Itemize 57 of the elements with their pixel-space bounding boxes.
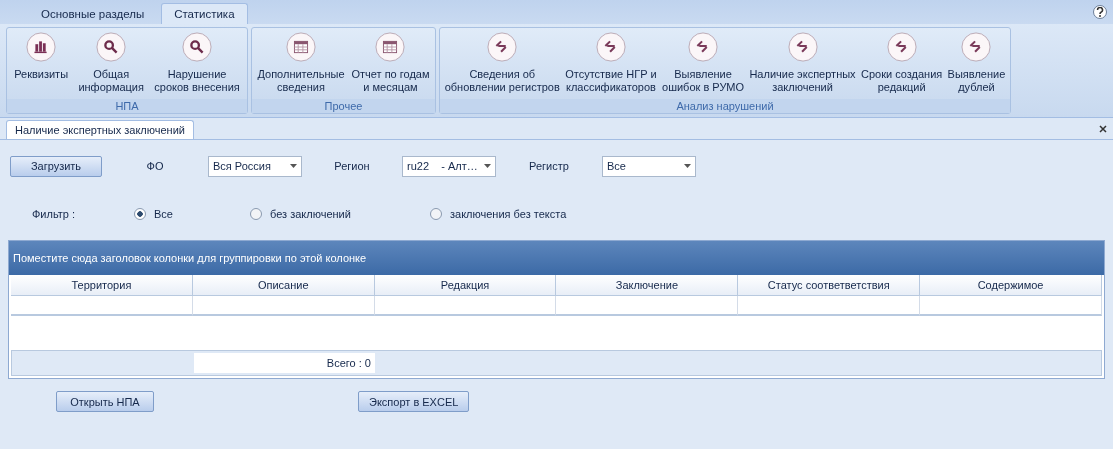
ribbon-button[interactable]: Отсутствие НГР и классификаторов (563, 30, 659, 99)
table-icon (286, 32, 316, 62)
column-header[interactable]: Статус соответветствия (738, 275, 921, 296)
filter-label: Регистр (528, 160, 570, 172)
ribbon-button[interactable]: Сведения об обновлении регистров (442, 30, 562, 99)
radio-label: Все (154, 208, 173, 220)
link-icon (787, 32, 818, 62)
caret-icon (684, 164, 691, 168)
dropdown[interactable]: Вся Россия (208, 155, 302, 177)
link-icon (487, 32, 518, 62)
filter-label: Фильтр : (32, 208, 77, 220)
caret-icon (484, 164, 491, 168)
column-header[interactable]: Редакция (374, 275, 557, 296)
radio-button[interactable] (430, 208, 442, 220)
total-count: Всего : 0 (193, 353, 375, 373)
caret-icon (290, 164, 297, 168)
group-title: Анализ нарушений (440, 99, 1010, 113)
table-icon (375, 32, 406, 62)
link-icon (961, 32, 992, 62)
radio-label: заключения без текста (450, 208, 567, 220)
ribbon-button[interactable]: Реквизиты (12, 30, 71, 99)
ribbon-button[interactable]: Отчет по годам и месяцам (349, 30, 432, 99)
dropdown[interactable]: Все (602, 155, 696, 177)
column-header[interactable]: Содержимое (920, 275, 1102, 296)
column-header[interactable]: Заключение (556, 275, 739, 296)
load-button[interactable]: Загрузить (10, 155, 102, 177)
ribbon-button[interactable]: Сроки создания редакций (858, 30, 945, 99)
close-icon[interactable] (1099, 125, 1107, 133)
group-panel: Поместите сюда заголовок колонки для группировки по этой колонке (9, 241, 1104, 275)
action-button[interactable]: Открыть НПА (56, 391, 154, 412)
chart-icon (26, 32, 57, 62)
filter-label: ФО (145, 160, 165, 172)
ribbon-button[interactable]: Выявление ошибок в РУМО (660, 30, 747, 99)
ribbon-button[interactable]: Нарушение сроков внесения (152, 30, 242, 99)
dropdown[interactable]: ru22 - Алт… (402, 155, 496, 177)
ribbon-button[interactable]: Наличие экспертных заключений (747, 30, 858, 99)
radio-button[interactable] (134, 208, 146, 220)
ribbon-tab[interactable]: Статистика (161, 3, 248, 24)
help-icon[interactable] (1093, 5, 1107, 19)
link-icon (595, 32, 626, 62)
link-icon (688, 32, 719, 62)
column-header[interactable]: Описание (192, 275, 375, 296)
ribbon-button[interactable]: Дополнительные сведения (255, 30, 347, 99)
ribbon-tab[interactable]: Основные разделы (28, 3, 158, 24)
ribbon-button[interactable]: Выявление дублей (945, 30, 1008, 99)
radio-button[interactable] (250, 208, 262, 220)
ribbon-button[interactable]: Общая информация (76, 30, 146, 99)
search-icon (182, 32, 213, 62)
group-title: Прочее (252, 99, 435, 113)
action-button[interactable]: Экспорт в EXCEL (358, 391, 470, 412)
column-header[interactable]: Территория (11, 275, 193, 296)
document-tab[interactable]: Наличие экспертных заключений (6, 120, 194, 139)
filter-label: Регион (333, 160, 371, 172)
search-icon (96, 32, 127, 62)
group-title: НПА (7, 99, 247, 113)
link-icon (886, 32, 917, 62)
radio-label: без заключений (270, 208, 351, 220)
